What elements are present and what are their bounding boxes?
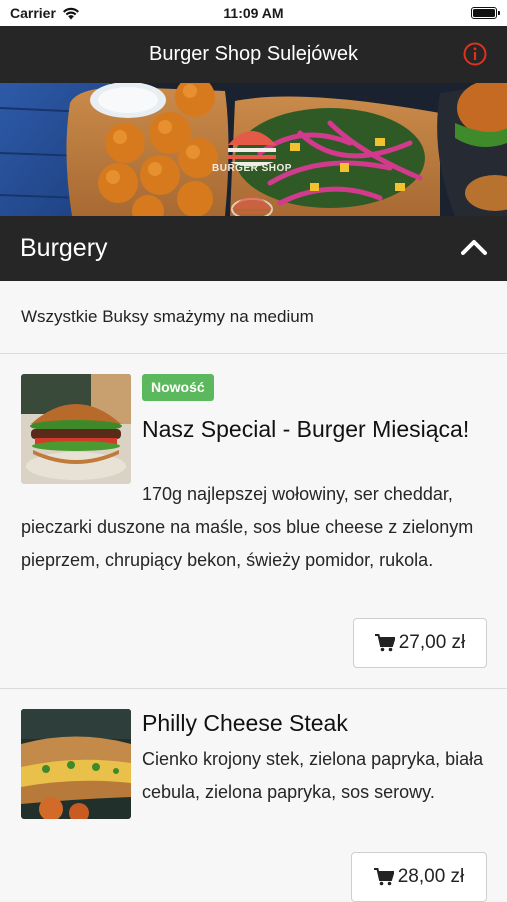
add-to-cart-button[interactable]: 28,00 zł: [351, 852, 487, 902]
menu-item[interactable]: Nowość Nasz Special - Burger Miesiąca! 1…: [0, 354, 507, 689]
burger-logo-icon: [228, 131, 276, 167]
status-time: 11:09 AM: [223, 5, 284, 21]
category-header[interactable]: Burgery: [0, 216, 507, 281]
item-photo: [21, 374, 131, 484]
category-title: Burgery: [20, 234, 108, 262]
item-price: 28,00 zł: [397, 866, 465, 887]
battery-icon: [471, 7, 500, 19]
add-to-cart-button[interactable]: 27,00 zł: [353, 618, 487, 668]
item-photo: [21, 709, 131, 819]
navigation-bar: Burger Shop Sulejówek: [0, 26, 507, 83]
item-price: 27,00 zł: [398, 632, 466, 653]
item-description-first-line: 170g najlepszej wołowiny, ser cheddar,: [142, 484, 453, 504]
banner-logo-text: BURGER SHOP: [212, 163, 292, 174]
category-note: Wszystkie Buksy smażymy na medium: [0, 281, 507, 354]
cart-icon: [373, 868, 394, 886]
item-name: Philly Cheese Steak: [142, 710, 348, 736]
info-circle-icon[interactable]: [463, 42, 487, 66]
item-description: Cienko krojony stek, zielona papryka, bi…: [142, 749, 484, 802]
new-badge: Nowość: [142, 374, 214, 401]
shop-title: Burger Shop Sulejówek: [148, 43, 358, 65]
category-note-text: Wszystkie Buksy smażymy na medium: [21, 307, 314, 326]
item-description: pieczarki duszone na maśle, sos blue che…: [21, 517, 474, 570]
cart-icon: [374, 634, 395, 652]
status-bar: Carrier 11:09 AM: [0, 0, 507, 26]
shop-banner: BURGER SHOP: [0, 83, 507, 216]
menu-item[interactable]: Philly Cheese Steak Cienko krojony stek,…: [0, 689, 507, 902]
chevron-up-icon[interactable]: [461, 237, 487, 257]
item-name: Nasz Special - Burger Miesiąca!: [142, 416, 470, 442]
